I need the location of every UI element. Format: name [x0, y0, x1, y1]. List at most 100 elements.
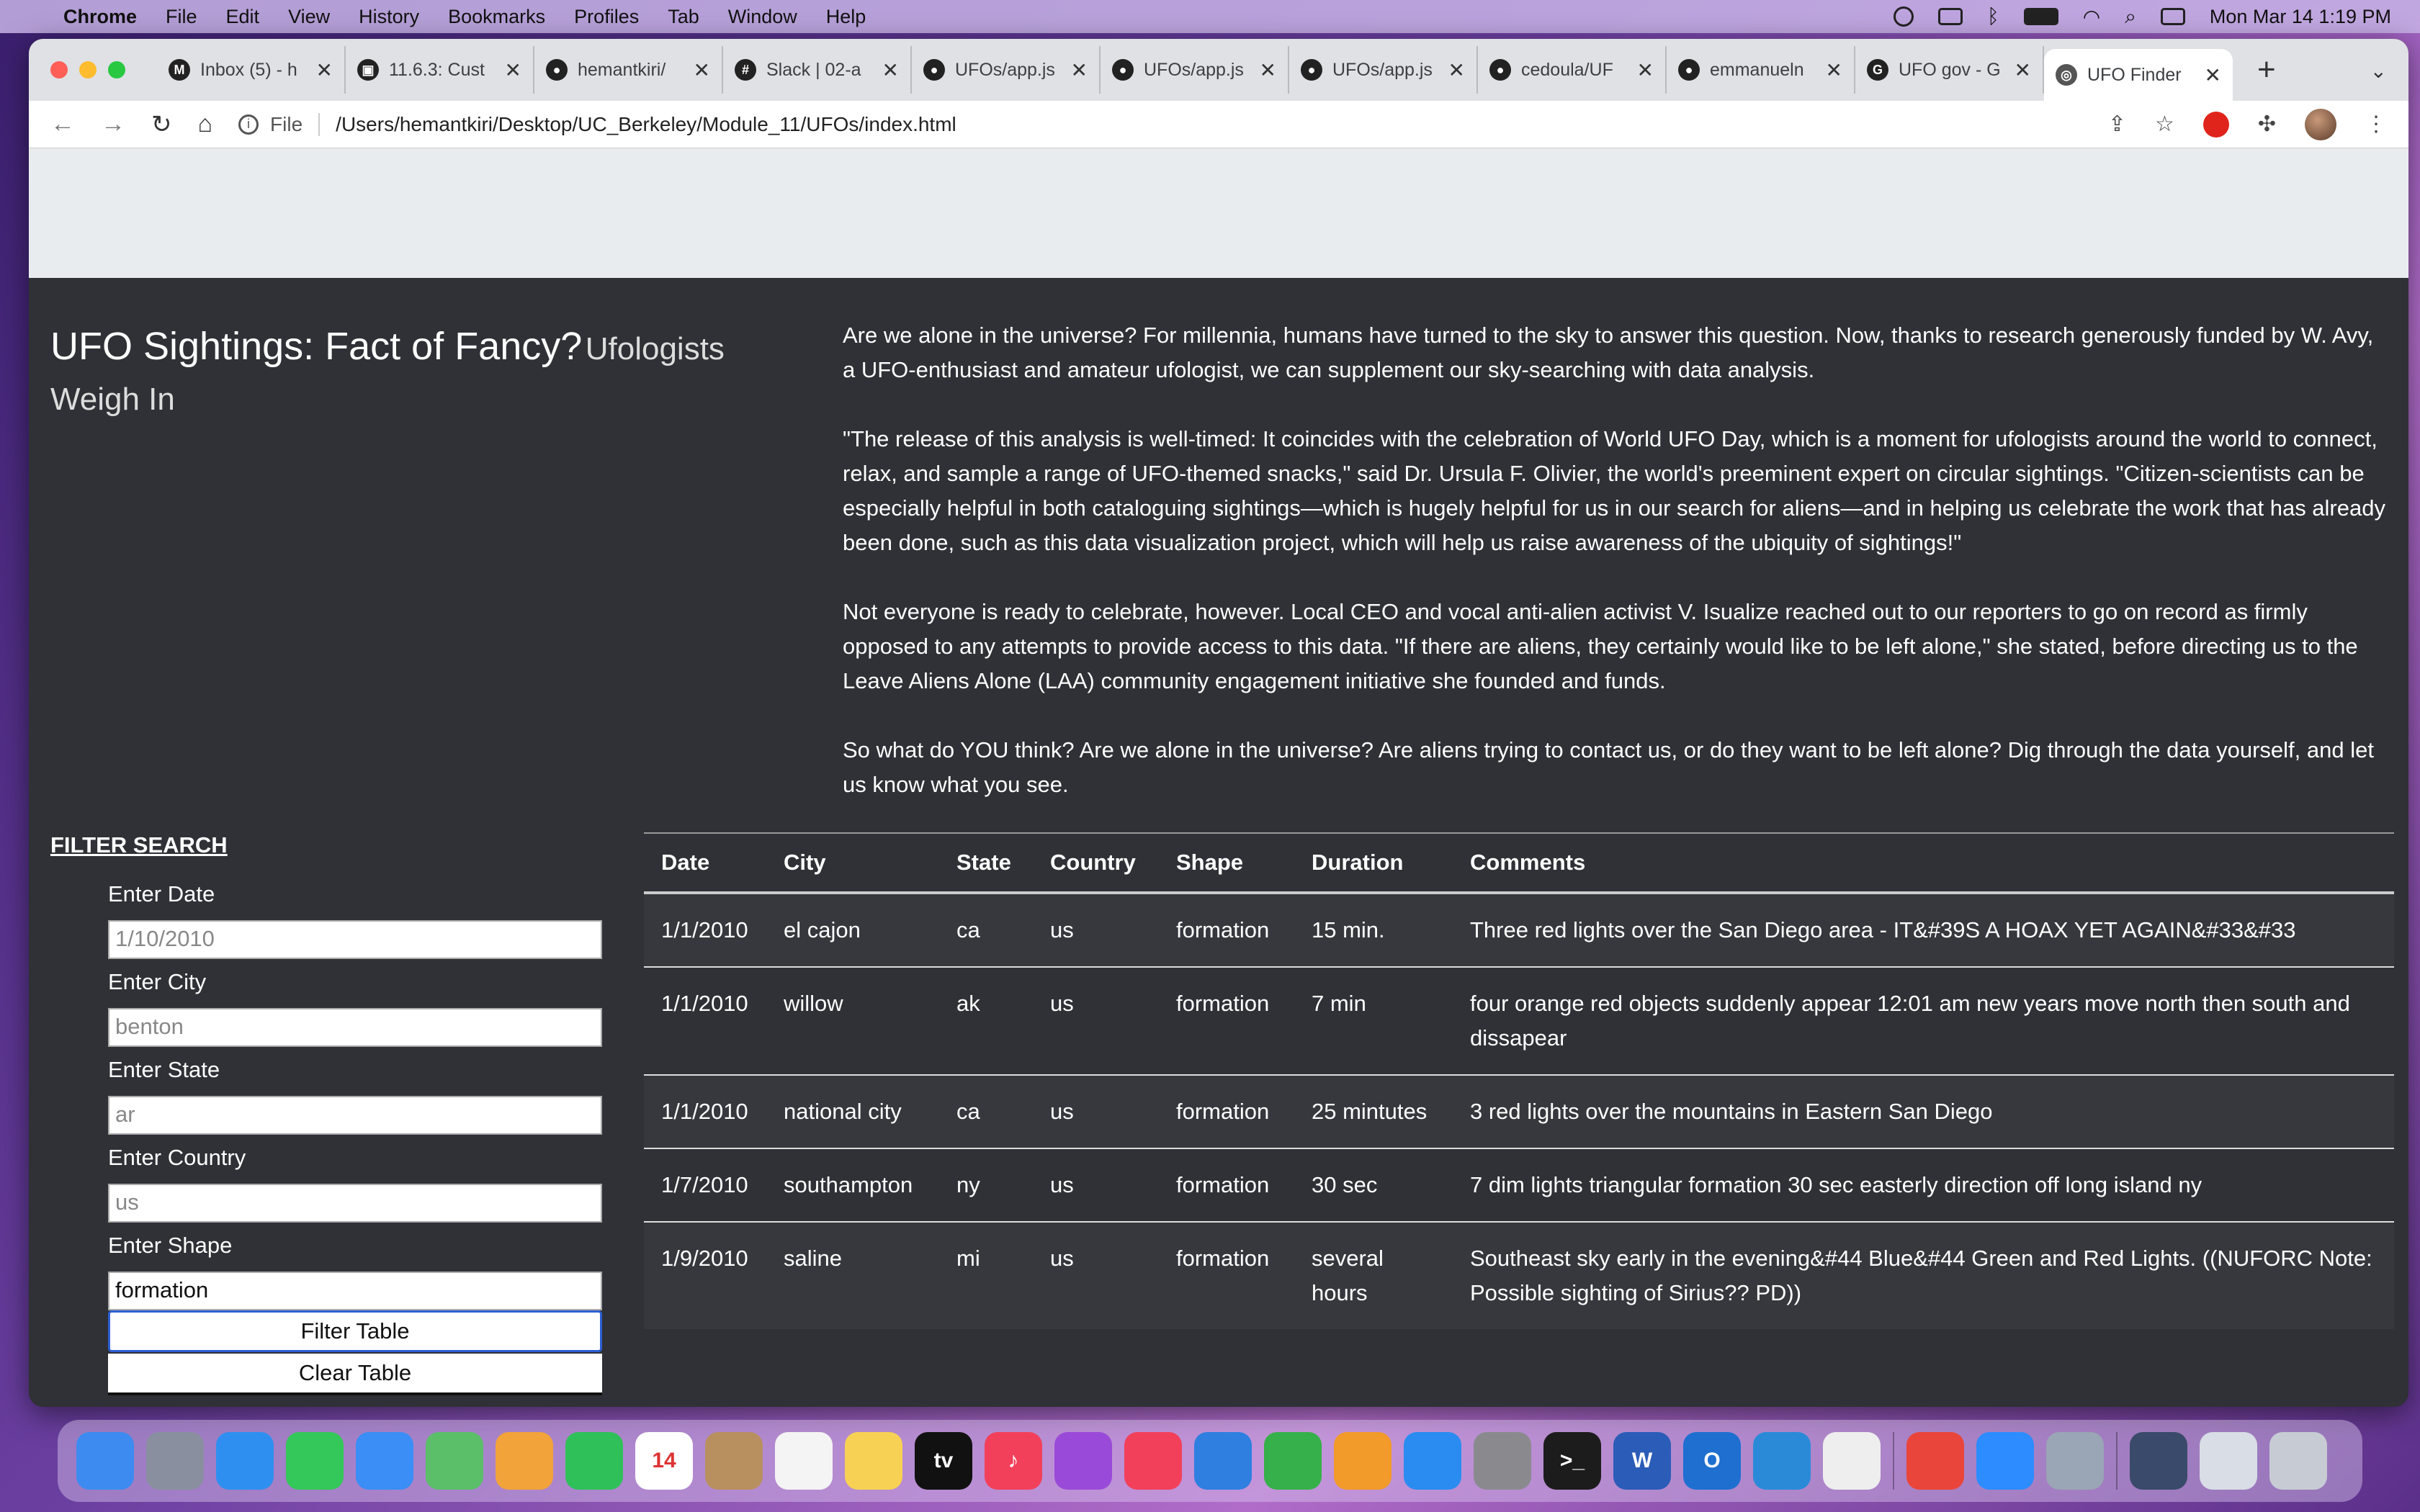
close-tab-icon[interactable]: ✕ [694, 58, 710, 82]
zoom-icon[interactable] [1976, 1432, 2034, 1490]
appstore-icon[interactable] [1404, 1432, 1461, 1490]
screen-mirroring-icon[interactable] [1937, 8, 1963, 25]
extensions-puzzle-icon[interactable]: ✣ [2258, 112, 2276, 137]
documents-icon[interactable] [2200, 1432, 2257, 1490]
new-tab-button[interactable]: + [2257, 52, 2276, 88]
close-tab-icon[interactable]: ✕ [316, 58, 333, 82]
close-tab-icon[interactable]: ✕ [1637, 58, 1654, 82]
menubar-clock[interactable]: Mon Mar 14 1:19 PM [2210, 6, 2391, 28]
vscode-icon[interactable] [1753, 1432, 1811, 1490]
news-icon[interactable] [1124, 1432, 1182, 1490]
numbers-icon[interactable] [1264, 1432, 1322, 1490]
browser-tab[interactable]: ▣ 11.6.3: Cust ✕ [346, 46, 534, 94]
share-icon[interactable]: ⇪ [2108, 112, 2126, 137]
filter-table-button[interactable]: Filter Table [108, 1310, 602, 1352]
notes-icon[interactable] [845, 1432, 902, 1490]
battery-icon[interactable] [2023, 8, 2058, 25]
close-tab-icon[interactable]: ✕ [882, 58, 899, 82]
menu-history[interactable]: History [359, 6, 419, 28]
tab-search-chevron-icon[interactable]: ⌄ [2370, 59, 2387, 83]
menu-help[interactable]: Help [826, 6, 866, 28]
browser-tab[interactable]: ● cedoula/UF ✕ [1478, 46, 1667, 94]
browser-toolbar: ← → ↻ ⌂ i File /Users/hemantkiri/Desktop… [29, 101, 2408, 148]
tab-ufo-finder[interactable]: ◎ UFO Finder ✕ [2044, 49, 2233, 101]
browser-tab[interactable]: M Inbox (5) - h ✕ [157, 46, 346, 94]
word-icon[interactable]: W [1613, 1432, 1671, 1490]
date-input[interactable]: 1/10/2010 [108, 920, 602, 959]
menu-bookmarks[interactable]: Bookmarks [448, 6, 545, 28]
close-tab-icon[interactable]: ✕ [1260, 58, 1276, 82]
city-input[interactable]: benton [108, 1008, 602, 1047]
outlook-icon[interactable]: O [1683, 1432, 1741, 1490]
chrome-icon[interactable] [1906, 1432, 1964, 1490]
bluetooth-icon[interactable]: ᛒ [1987, 5, 1999, 28]
messages-icon[interactable] [286, 1432, 344, 1490]
site-info-icon[interactable]: i [238, 114, 259, 135]
browser-tab[interactable]: # Slack | 02-a ✕ [723, 46, 912, 94]
chrome-menu-icon[interactable]: ⋮ [2365, 112, 2387, 137]
safari-icon[interactable] [216, 1432, 274, 1490]
address-url[interactable]: /Users/hemantkiri/Desktop/UC_Berkeley/Mo… [336, 113, 956, 136]
mail-icon[interactable] [356, 1432, 413, 1490]
appletv-icon[interactable]: tv [915, 1432, 972, 1490]
browser-tab[interactable]: ● emmanueln ✕ [1667, 46, 1855, 94]
launchpad-icon[interactable] [146, 1432, 204, 1490]
address-bar[interactable]: i File /Users/hemantkiri/Desktop/UC_Berk… [238, 112, 2108, 136]
keynote-icon[interactable] [1194, 1432, 1252, 1490]
state-input[interactable]: ar [108, 1096, 602, 1135]
browser-tab[interactable]: ● hemantkiri/ ✕ [534, 46, 723, 94]
home-icon[interactable]: ⌂ [198, 110, 213, 138]
podcasts-icon[interactable] [1054, 1432, 1112, 1490]
finder-icon[interactable] [76, 1432, 134, 1490]
preview-icon[interactable] [2046, 1432, 2104, 1490]
cell-date: 1/1/2010 [644, 1074, 766, 1148]
close-tab-icon[interactable]: ✕ [505, 58, 521, 82]
menu-file[interactable]: File [166, 6, 197, 28]
menu-profiles[interactable]: Profiles [574, 6, 639, 28]
spotlight-search-icon[interactable]: ⌕ [2125, 5, 2136, 29]
close-window-button[interactable] [50, 61, 68, 78]
wifi-icon[interactable]: ◠ [2083, 5, 2100, 29]
contacts-icon[interactable] [705, 1432, 763, 1490]
trash-icon[interactable] [2269, 1432, 2327, 1490]
back-arrow-icon[interactable]: ← [50, 110, 75, 138]
screenshot-icon[interactable] [2130, 1432, 2187, 1490]
shape-input[interactable]: formation [108, 1272, 602, 1310]
menu-edit[interactable]: Edit [226, 6, 260, 28]
cell-comments: Three red lights over the San Diego area… [1453, 892, 2394, 967]
browser-tab[interactable]: G UFO gov - G ✕ [1855, 46, 2044, 94]
menu-view[interactable]: View [288, 6, 330, 28]
close-tab-icon[interactable]: ✕ [1448, 58, 1465, 82]
menu-tab[interactable]: Tab [668, 6, 699, 28]
music-icon[interactable]: ♪ [985, 1432, 1042, 1490]
forward-arrow-icon[interactable]: → [101, 110, 125, 138]
control-center-icon[interactable] [2160, 8, 2185, 25]
browser-tab[interactable]: ● UFOs/app.js ✕ [912, 46, 1101, 94]
menu-window[interactable]: Window [728, 6, 797, 28]
browser-tab[interactable]: ● UFOs/app.js ✕ [1289, 46, 1478, 94]
clear-table-button[interactable]: Clear Table [108, 1354, 602, 1395]
pages-icon[interactable] [1334, 1432, 1392, 1490]
calendar-icon[interactable]: 14 [635, 1432, 693, 1490]
menu-app-name[interactable]: Chrome [63, 6, 137, 28]
minimize-window-button[interactable] [79, 61, 97, 78]
terminal-icon[interactable]: >_ [1543, 1432, 1601, 1490]
profile-avatar[interactable] [2305, 108, 2336, 140]
browser-tab[interactable]: ● UFOs/app.js ✕ [1101, 46, 1289, 94]
close-tab-icon[interactable]: ✕ [2015, 58, 2031, 82]
zoom-window-button[interactable] [108, 61, 125, 78]
cloud-icon[interactable] [1893, 6, 1914, 27]
textedit-icon[interactable] [1823, 1432, 1881, 1490]
maps-icon[interactable] [426, 1432, 483, 1490]
close-tab-icon[interactable]: ✕ [2205, 63, 2221, 87]
system-preferences-icon[interactable] [1474, 1432, 1531, 1490]
bookmark-star-icon[interactable]: ☆ [2155, 112, 2174, 137]
opera-extension-icon[interactable] [2202, 111, 2229, 138]
close-tab-icon[interactable]: ✕ [1071, 58, 1088, 82]
country-input[interactable]: us [108, 1184, 602, 1223]
photos-icon[interactable] [496, 1432, 553, 1490]
close-tab-icon[interactable]: ✕ [1826, 58, 1842, 82]
facetime-icon[interactable] [565, 1432, 623, 1490]
reload-icon[interactable]: ↻ [151, 110, 172, 139]
reminders-icon[interactable] [775, 1432, 833, 1490]
